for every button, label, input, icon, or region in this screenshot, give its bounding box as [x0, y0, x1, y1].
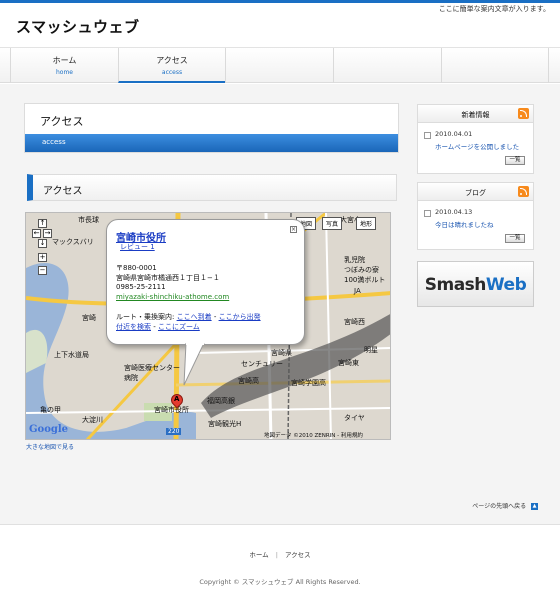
route-from-link[interactable]: ここから出発: [219, 313, 261, 321]
entry-bullet-icon: [424, 210, 431, 217]
nav-item-empty-3[interactable]: [441, 48, 549, 83]
route-prefix: ルート・乗換案内:: [116, 313, 175, 321]
embedded-map[interactable]: 市長球 大宮小 マックスバリ 宮崎 上下水道局 宮崎医療センター病院 センチュリ…: [25, 212, 391, 440]
nav-item-access[interactable]: アクセス access: [118, 48, 225, 83]
arrow-up-icon: ▲: [531, 503, 538, 510]
page-subtitle: access: [42, 138, 66, 146]
map-label: 宮崎市役所: [154, 406, 189, 414]
place-review-link[interactable]: レビュー 1: [120, 242, 155, 252]
footer-copyright: Copyright © スマッシュウェブ All Rights Reserved…: [199, 578, 361, 586]
blog-date: 2010.04.13: [435, 208, 473, 216]
footer-links: ホーム | アクセス: [0, 549, 560, 559]
route-links: ルート・乗換案内: ここへ到着 - ここから出発 付近を検索 - ここにズーム: [116, 313, 261, 331]
map-label: 宮崎東: [338, 359, 359, 367]
map-type-terrain-button[interactable]: 地形: [356, 217, 377, 230]
rss-icon[interactable]: [518, 108, 529, 119]
map-label: 乳児院: [344, 256, 365, 264]
news-list-button[interactable]: 一覧: [505, 156, 525, 165]
place-phone: 0985-25-2111: [116, 283, 166, 291]
entry-bullet-icon: [424, 132, 431, 139]
site-tagline: ここに簡単な案内文章が入ります。: [438, 5, 550, 13]
nav-home-label: ホーム: [52, 56, 77, 65]
map-label: 宮崎学園高: [291, 379, 326, 387]
blog-box-title: ブログ: [465, 189, 486, 197]
nav-access-label: アクセス: [156, 56, 188, 65]
bubble-pointer: [183, 343, 205, 386]
smashweb-logo: SmashWeb: [418, 275, 533, 295]
map-label: 100満ボルト: [344, 276, 386, 284]
top-accent-bar: [0, 0, 560, 3]
map-label: 宮崎西: [344, 318, 365, 326]
google-logo: Google: [29, 424, 68, 435]
nav-access-sublabel: access: [161, 69, 183, 76]
map-label: 宮崎県: [271, 349, 292, 357]
logo-part-smash: Smash: [424, 275, 487, 295]
site-title[interactable]: スマッシュウェブ: [16, 16, 140, 37]
news-link[interactable]: ホームページを公開しました: [435, 141, 519, 151]
page-heading: アクセス access: [24, 103, 399, 153]
map-label: センチュリー: [241, 360, 283, 368]
footer-link-home[interactable]: ホーム: [249, 551, 268, 559]
map-label: 亀の甲: [40, 406, 61, 414]
map-label: 市長球: [78, 216, 99, 224]
news-date: 2010.04.01: [435, 130, 473, 138]
place-url-link[interactable]: miyazaki-shinchiku-athome.com: [116, 293, 229, 301]
map-marker-label: A: [174, 395, 180, 403]
zoom-out-icon[interactable]: −: [38, 266, 47, 275]
map-label: 宮崎高: [238, 377, 259, 385]
map-label: 宮崎医療センター病院: [124, 364, 180, 382]
footer-separator: |: [275, 551, 278, 559]
map-label: 明星: [364, 346, 378, 354]
place-address: 宮崎県宮崎市橘通西１丁目１−１: [116, 274, 220, 282]
page-subtitle-bar: access: [25, 134, 398, 152]
map-label: 上下水道局: [54, 351, 89, 359]
map-attribution[interactable]: 地図データ ©2010 ZENRIN - 利用規約: [264, 431, 363, 439]
page-top-label: ページの先頭へ戻る: [472, 503, 527, 510]
place-postal: 〒880-0001: [116, 264, 157, 272]
road-number-badge: 220: [166, 428, 182, 435]
nav-item-empty-1[interactable]: [225, 48, 333, 83]
zoom-in-icon[interactable]: +: [38, 253, 47, 262]
map-label: マックスバリ: [52, 238, 94, 246]
nav-home-sublabel: home: [55, 69, 73, 76]
map-label: 大淀川: [82, 416, 103, 424]
map-info-bubble: × 宮崎市役所 レビュー 1 〒880-0001 宮崎県宮崎市橘通西１丁目１−１…: [106, 219, 305, 345]
map-label: タイヤ: [344, 414, 365, 422]
smashweb-banner[interactable]: SmashWeb: [417, 261, 534, 307]
section-title: アクセス: [43, 186, 83, 197]
blog-box: ブログ 2010.04.13 今日は晴れましたね 一覧: [417, 182, 534, 250]
google-logo-text: Google: [29, 424, 69, 435]
site-footer: ホーム | アクセス Copyright © スマッシュウェブ All Righ…: [0, 524, 560, 615]
news-box-title: 新着情報: [461, 111, 490, 119]
route-to-link[interactable]: ここへ到着: [177, 313, 212, 321]
pan-right-icon[interactable]: →: [43, 229, 52, 238]
map-label: 福岡高銀: [207, 397, 235, 405]
page-title: アクセス: [40, 115, 84, 128]
pan-up-icon[interactable]: ↑: [38, 219, 47, 228]
blog-link[interactable]: 今日は晴れましたね: [435, 219, 494, 229]
global-nav: ホーム home アクセス access: [0, 47, 560, 83]
footer-link-access[interactable]: アクセス: [285, 551, 311, 559]
section-heading: アクセス: [27, 174, 397, 201]
news-box-header: 新着情報: [418, 105, 533, 123]
map-label: JA: [354, 287, 361, 295]
logo-part-web: Web: [485, 275, 527, 295]
close-icon[interactable]: ×: [290, 226, 297, 233]
blog-list-button[interactable]: 一覧: [505, 234, 525, 243]
map-label: 宮崎観光H: [208, 420, 242, 428]
map-label: つぼみの寮: [344, 266, 379, 274]
rss-icon[interactable]: [518, 186, 529, 197]
map-label: 宮崎: [82, 314, 96, 322]
nav-item-home[interactable]: ホーム home: [10, 48, 118, 83]
map-type-photo-button[interactable]: 写真: [322, 217, 343, 230]
blog-box-header: ブログ: [418, 183, 533, 201]
nav-item-empty-2[interactable]: [333, 48, 441, 83]
pan-left-icon[interactable]: ←: [32, 229, 41, 238]
search-nearby-link[interactable]: 付近を検索: [116, 323, 151, 331]
news-box: 新着情報 2010.04.01 ホームページを公開しました 一覧: [417, 104, 534, 174]
pan-down-icon[interactable]: ↓: [38, 239, 47, 248]
page-top-link[interactable]: ページの先頭へ戻る ▲: [472, 501, 538, 510]
large-map-link[interactable]: 大きな地図で見る: [26, 442, 74, 451]
zoom-here-link[interactable]: ここにズーム: [158, 323, 200, 331]
